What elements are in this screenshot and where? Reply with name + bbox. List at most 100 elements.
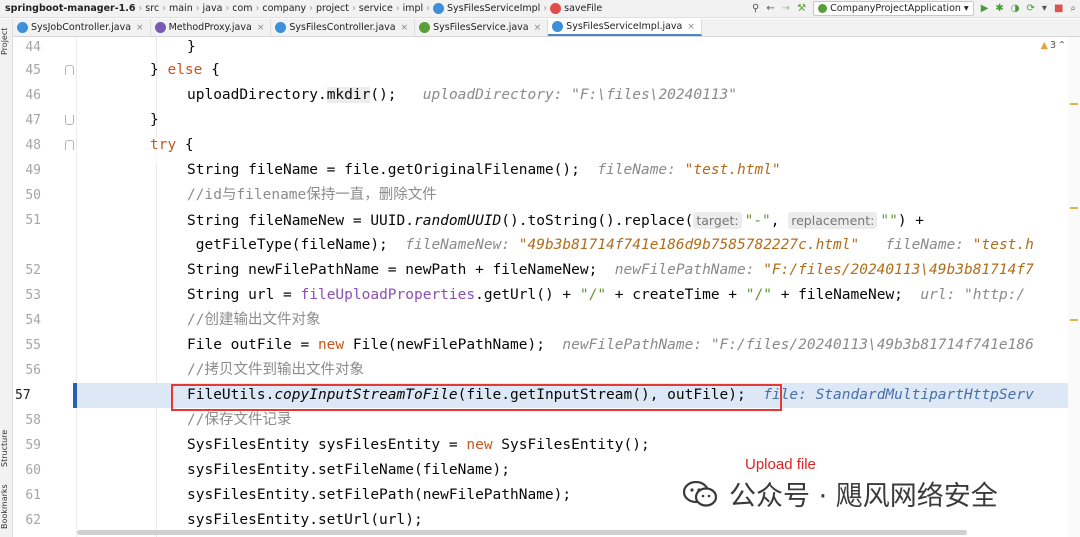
code-text: File(newFilePathName); bbox=[344, 337, 545, 353]
code-text: String url = bbox=[187, 287, 301, 303]
watermark: 公众号 · 飓风网络安全 bbox=[683, 474, 998, 513]
code-text: + createTime + bbox=[606, 287, 746, 303]
warning-marker[interactable] bbox=[1070, 103, 1078, 105]
tab-label: MethodProxy.java bbox=[168, 22, 252, 33]
code-line[interactable]: 50 //id与filename保持一直，删除文件 bbox=[13, 183, 1080, 208]
code-line[interactable]: 48 try { bbox=[13, 133, 1080, 158]
java-class-icon bbox=[552, 21, 564, 32]
tab-sysfilesservice[interactable]: SysFilesService.java × bbox=[415, 19, 549, 36]
string-literal: "" bbox=[880, 213, 898, 229]
project-tool-button[interactable]: Project bbox=[0, 21, 13, 61]
code-line[interactable]: 59 SysFilesEntity sysFilesEntity = new S… bbox=[13, 433, 1080, 458]
debug-inline-key: url: bbox=[920, 287, 965, 303]
java-class-icon bbox=[17, 22, 28, 33]
code-comment: //拷贝文件到输出文件对象 bbox=[187, 362, 364, 378]
tab-sysfilesserviceimpl[interactable]: SysFilesServiceImpl.java × bbox=[548, 19, 702, 36]
code-line[interactable]: 52 String newFilePathName = newPath + fi… bbox=[13, 258, 1080, 283]
tab-label: SysFilesController.java bbox=[289, 22, 396, 33]
code-line[interactable]: 55 File outFile = new File(newFilePathNa… bbox=[13, 333, 1080, 358]
code-text: uploadDirectory. bbox=[187, 87, 327, 103]
fold-icon[interactable] bbox=[65, 115, 74, 125]
line-number: 56 bbox=[25, 363, 41, 378]
line-number: 62 bbox=[25, 513, 41, 528]
annotation-caption: Upload file bbox=[745, 456, 816, 473]
search-everywhere-icon[interactable]: ⌕ bbox=[1070, 3, 1076, 14]
code-line[interactable]: 51 String fileNameNew = UUID.randomUUID(… bbox=[13, 208, 1080, 233]
breadcrumb-service[interactable]: service bbox=[359, 3, 393, 14]
field-reference: fileUploadProperties bbox=[300, 287, 476, 303]
debug-inline-value: "test.h bbox=[972, 237, 1034, 253]
breadcrumb-com[interactable]: com bbox=[232, 3, 252, 14]
close-icon[interactable]: × bbox=[687, 22, 695, 32]
profile-icon[interactable]: ⟳ bbox=[1027, 3, 1035, 14]
close-icon[interactable]: × bbox=[401, 23, 409, 33]
line-number: 59 bbox=[25, 438, 41, 453]
string-literal: "/" bbox=[745, 287, 772, 303]
run-icon[interactable]: ▶ bbox=[981, 3, 989, 14]
error-stripe[interactable] bbox=[1068, 37, 1080, 537]
breadcrumb-company[interactable]: company bbox=[262, 3, 306, 14]
warning-marker[interactable] bbox=[1070, 319, 1078, 321]
string-literal: "/" bbox=[579, 287, 607, 303]
breadcrumb-class[interactable]: SysFilesServiceImpl bbox=[447, 3, 540, 14]
breadcrumb-java[interactable]: java bbox=[203, 3, 223, 14]
code-text: String newFilePathName = newPath + fileN… bbox=[187, 262, 598, 278]
coverage-icon[interactable]: ◑ bbox=[1011, 3, 1020, 14]
run-configuration-label: CompanyProjectApplication bbox=[830, 3, 961, 14]
code-line[interactable]: 44 } bbox=[13, 37, 1080, 60]
code-line-continuation[interactable]: getFileType(fileName); fileNameNew: "49b… bbox=[13, 233, 1080, 258]
code-text: { bbox=[176, 137, 194, 153]
keyword: new bbox=[466, 437, 493, 453]
stop-icon[interactable]: ■ bbox=[1054, 3, 1063, 14]
code-line[interactable]: 56 //拷贝文件到输出文件对象 bbox=[13, 358, 1080, 383]
code-line[interactable]: 53 String url = fileUploadProperties.get… bbox=[13, 283, 1080, 308]
horizontal-scrollbar[interactable] bbox=[77, 530, 967, 535]
breadcrumb-main[interactable]: main bbox=[169, 3, 193, 14]
structure-tool-button[interactable]: Structure bbox=[0, 419, 13, 477]
build-hammer-icon[interactable]: ⚒ bbox=[797, 3, 806, 14]
breadcrumb-project-pkg[interactable]: project bbox=[316, 3, 349, 14]
forward-arrow-icon[interactable]: → bbox=[782, 3, 790, 14]
breadcrumb-impl[interactable]: impl bbox=[403, 3, 424, 14]
debug-inline-key: fileName: bbox=[885, 237, 973, 253]
breadcrumb-project[interactable]: springboot-manager-1.6 bbox=[5, 3, 135, 14]
code-line[interactable]: 54 //创建输出文件对象 bbox=[13, 308, 1080, 333]
code-line[interactable]: 47 } bbox=[13, 108, 1080, 133]
tab-sysfilescontroller[interactable]: SysFilesController.java × bbox=[271, 19, 416, 36]
run-configuration-select[interactable]: CompanyProjectApplication ▾ bbox=[813, 1, 974, 16]
breadcrumb-method[interactable]: saveFile bbox=[564, 3, 602, 14]
debug-inline-value: file: StandardMultipartHttpServ bbox=[763, 387, 1034, 403]
code-text: SysFilesEntity(); bbox=[492, 437, 650, 453]
line-number: 51 bbox=[25, 213, 41, 228]
tab-label: SysFilesServiceImpl.java bbox=[566, 21, 683, 32]
line-number: 52 bbox=[25, 263, 41, 278]
code-text: String fileNameNew = UUID. bbox=[187, 213, 414, 229]
code-text: getFileType(fileName); bbox=[187, 237, 388, 253]
method-call: mkdir bbox=[326, 87, 371, 103]
debug-icon[interactable]: ✱ bbox=[995, 3, 1003, 14]
close-icon[interactable]: × bbox=[257, 23, 265, 33]
line-number: 53 bbox=[25, 288, 41, 303]
line-number: 57 bbox=[13, 383, 73, 408]
code-line[interactable]: 58 //保存文件记录 bbox=[13, 408, 1080, 433]
close-icon[interactable]: × bbox=[136, 23, 144, 33]
java-interface-icon bbox=[419, 22, 431, 33]
left-tool-strip: Project Structure Bookmarks bbox=[0, 19, 13, 537]
tab-sysjobcontroller[interactable]: SysJobController.java × bbox=[13, 19, 151, 36]
bookmarks-tool-button[interactable]: Bookmarks bbox=[0, 479, 13, 534]
back-arrow-icon[interactable]: ← bbox=[766, 3, 774, 14]
warning-marker[interactable] bbox=[1070, 207, 1078, 209]
close-icon[interactable]: × bbox=[534, 23, 542, 33]
code-line[interactable]: 45 } else { bbox=[13, 58, 1080, 83]
tab-label: SysFilesService.java bbox=[433, 22, 529, 33]
code-line[interactable]: 46 uploadDirectory.mkdir(); uploadDirect… bbox=[13, 83, 1080, 108]
code-line[interactable]: 49 String fileName = file.getOriginalFil… bbox=[13, 158, 1080, 183]
user-icon[interactable]: ⚲ bbox=[752, 3, 759, 14]
fold-icon[interactable] bbox=[65, 140, 74, 150]
tab-methodproxy[interactable]: MethodProxy.java × bbox=[151, 19, 272, 36]
code-text: { bbox=[202, 62, 220, 78]
code-editor[interactable]: ▲ 3 ⌃ 44 } 45 } else { 46 uploadDirector… bbox=[13, 37, 1080, 537]
fold-icon[interactable] bbox=[65, 65, 74, 75]
breadcrumb-src[interactable]: src bbox=[145, 3, 159, 14]
more-run-icon[interactable]: ▾ bbox=[1042, 3, 1047, 14]
